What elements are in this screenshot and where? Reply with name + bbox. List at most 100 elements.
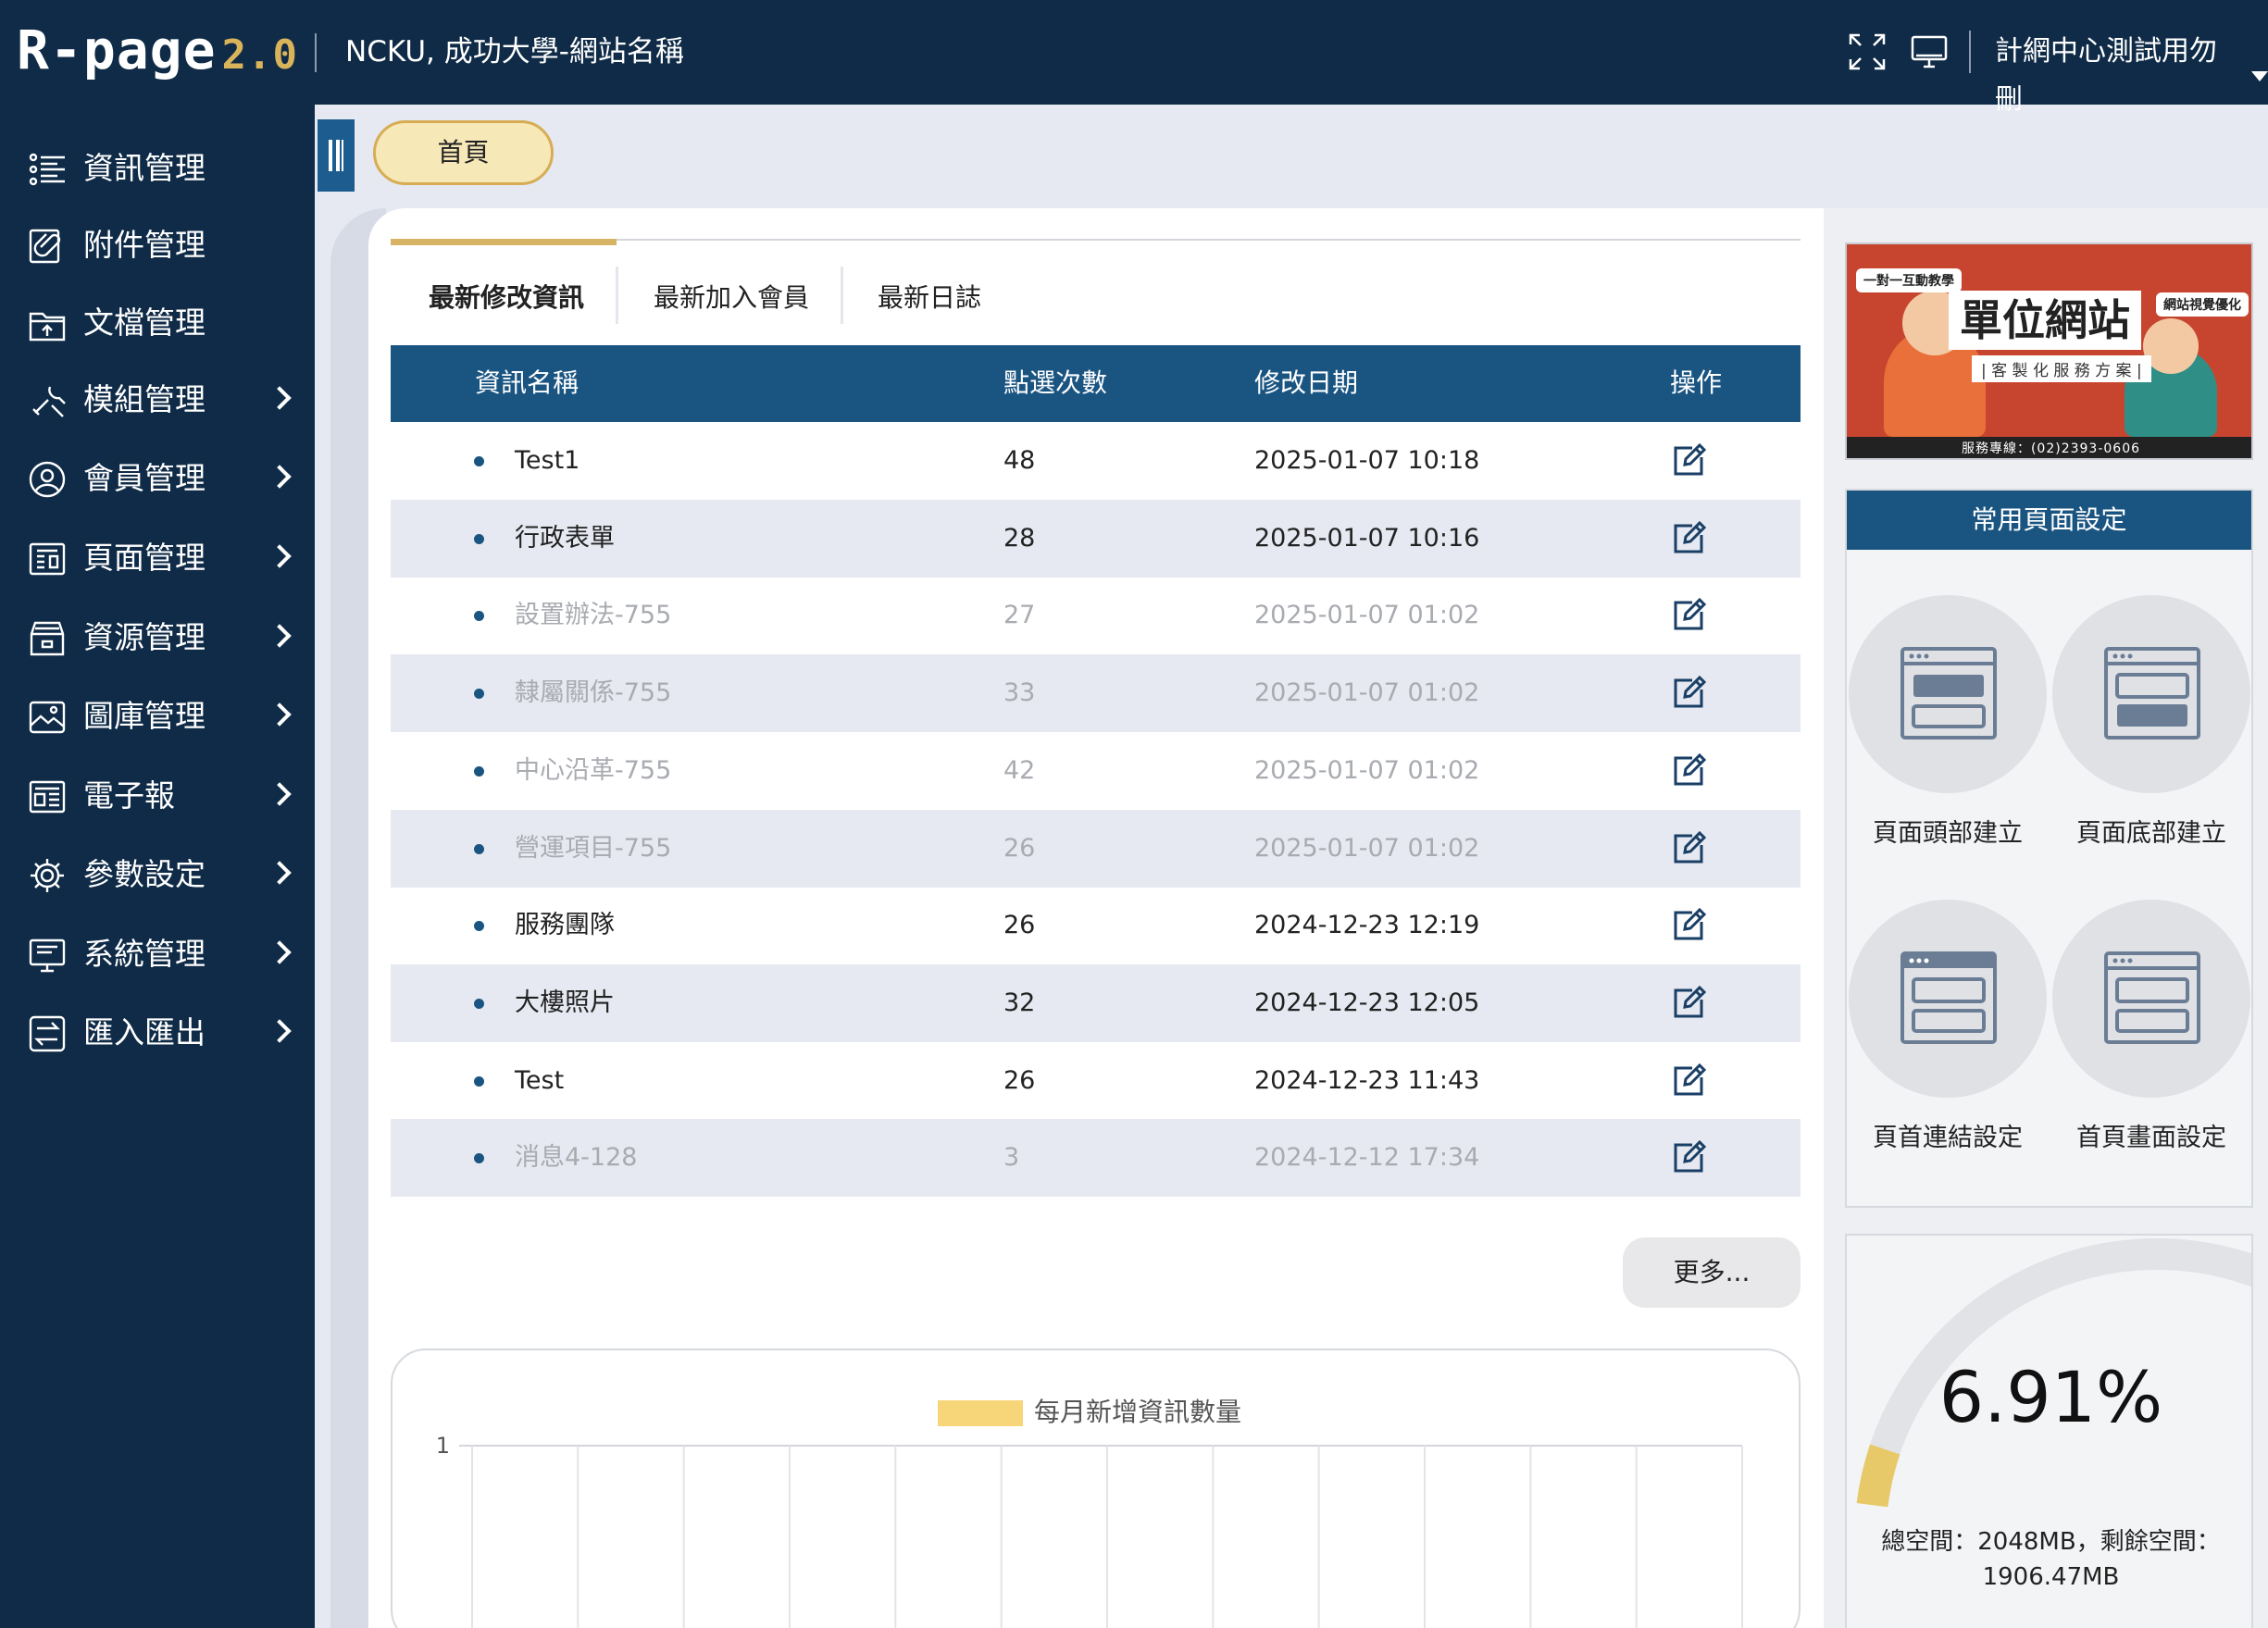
row-clicks: 26 — [1003, 833, 1036, 863]
column-header-name[interactable]: 資訊名稱 — [475, 364, 579, 403]
row-date: 2025-01-07 01:02 — [1254, 601, 1480, 630]
row-date: 2025-01-07 01:02 — [1254, 755, 1480, 785]
table-row[interactable]: Test1 48 2025-01-07 10:18 — [391, 422, 1801, 500]
row-clicks: 27 — [1003, 601, 1036, 630]
bullet-icon — [474, 921, 484, 932]
row-date: 2025-01-07 01:02 — [1254, 678, 1480, 708]
legend-swatch[interactable] — [938, 1400, 1023, 1426]
sidebar-item-3[interactable]: 文檔管理 — [0, 290, 315, 354]
tab-latest-updates[interactable]: 最新修改資訊 — [429, 278, 584, 318]
bullet-icon — [474, 998, 484, 1009]
breadcrumb-home[interactable]: 首頁 — [373, 120, 554, 185]
row-name[interactable]: 隸屬關係-755 — [515, 674, 671, 713]
quick-settings-panel: 常用頁面設定 頁面頭部建立 頁面底部建立 頁首連結設定 首頁畫面設定 — [1845, 489, 2253, 1208]
row-clicks: 33 — [1003, 678, 1036, 708]
table-row[interactable]: 服務團隊 26 2024-12-23 12:19 — [391, 887, 1801, 964]
storage-panel: 6.91% 總空間：2048MB，剩餘空間： 1906.47MB — [1845, 1234, 2253, 1628]
sidebar-item-2[interactable]: 附件管理 — [0, 212, 315, 277]
promo-banner[interactable]: 一對一互動教學 單位網站 網站視覺優化 | 客 製 化 服 務 方 案 | 服務… — [1845, 242, 2253, 460]
edit-icon[interactable] — [1670, 985, 1707, 1022]
edit-icon[interactable] — [1670, 520, 1707, 557]
edit-icon[interactable] — [1670, 1139, 1707, 1176]
edit-icon[interactable] — [1670, 907, 1707, 944]
row-name[interactable]: 行政表單 — [515, 519, 615, 558]
quick-item-label: 頁面頭部建立 — [1873, 819, 2023, 848]
edit-icon[interactable] — [1670, 1063, 1707, 1100]
chart-y-tick-label: 1 — [436, 1433, 450, 1459]
image-gallery-icon — [29, 701, 66, 734]
bullet-icon — [474, 456, 484, 466]
table-row[interactable]: 消息4-128 3 2024-12-12 17:34 — [391, 1119, 1801, 1198]
app-logo[interactable]: R-page 2.0 — [17, 17, 298, 89]
sidebar-item-8[interactable]: 圖庫管理 — [0, 683, 315, 748]
chevron-right-icon — [268, 940, 292, 964]
column-header-clicks[interactable]: 點選次數 — [1003, 364, 1107, 403]
edit-icon[interactable] — [1670, 752, 1707, 789]
sidebar-item-12[interactable]: 匯入匯出 — [0, 1000, 315, 1064]
fullscreen-icon[interactable] — [1847, 31, 1888, 72]
row-name[interactable]: 設置辦法-755 — [515, 596, 671, 635]
row-name[interactable]: 消息4-128 — [515, 1138, 637, 1177]
row-date: 2024-12-23 11:43 — [1254, 1065, 1480, 1095]
sidebar-item-label: 會員管理 — [83, 460, 206, 496]
table-row[interactable]: 行政表單 28 2025-01-07 10:16 — [391, 499, 1801, 578]
sidebar-item-10[interactable]: 參數設定 — [0, 841, 315, 906]
banner-tag-left: 一對一互動教學 — [1856, 268, 1962, 292]
sidebar-item-9[interactable]: 電子報 — [0, 763, 315, 827]
banner-subtitle: | 客 製 化 服 務 方 案 | — [1972, 355, 2151, 382]
row-date: 2025-01-07 10:18 — [1254, 446, 1480, 475]
sidebar-item-11[interactable]: 系統管理 — [0, 921, 315, 986]
quick-item-label: 頁首連結設定 — [1873, 1124, 2023, 1152]
sidebar-item-4[interactable]: 模組管理 — [0, 367, 315, 431]
monitor-preview-icon[interactable] — [1909, 31, 1950, 72]
sidebar-item-7[interactable]: 資源管理 — [0, 604, 315, 669]
edit-icon[interactable] — [1670, 442, 1707, 479]
sidebar-item-label: 附件管理 — [83, 227, 206, 263]
row-clicks: 32 — [1003, 988, 1036, 1017]
edit-icon[interactable] — [1670, 597, 1707, 634]
column-header-date[interactable]: 修改日期 — [1254, 364, 1358, 403]
edit-icon[interactable] — [1670, 830, 1707, 867]
homepage-layout-icon — [2104, 951, 2200, 1044]
tab-new-members[interactable]: 最新加入會員 — [654, 278, 809, 318]
chevron-right-icon — [268, 465, 292, 489]
table-row[interactable]: 設置辦法-755 27 2025-01-07 01:02 — [391, 577, 1801, 654]
row-name[interactable]: Test — [515, 1062, 564, 1100]
banner-title: 單位網站 — [1949, 291, 2141, 350]
row-date: 2025-01-07 01:02 — [1254, 833, 1480, 863]
sidebar-toggle-button[interactable] — [318, 119, 355, 192]
table-row[interactable]: Test 26 2024-12-23 11:43 — [391, 1042, 1801, 1120]
row-clicks: 26 — [1003, 911, 1036, 940]
bullet-icon — [474, 689, 484, 700]
table-row[interactable]: 隸屬關係-755 33 2025-01-07 01:02 — [391, 654, 1801, 733]
chevron-right-icon — [268, 782, 292, 806]
row-name[interactable]: 營運項目-755 — [515, 829, 671, 868]
row-name[interactable]: 大樓照片 — [515, 984, 615, 1023]
folder-upload-icon — [29, 312, 66, 342]
user-menu[interactable]: 計網中心測試用勿刪 — [1995, 28, 2268, 124]
row-date: 2024-12-23 12:05 — [1254, 988, 1480, 1017]
column-header-action: 操作 — [1670, 367, 1723, 398]
table-header: 資訊名稱 點選次數 修改日期 操作 — [391, 345, 1801, 422]
quick-item-label: 頁面底部建立 — [2076, 819, 2226, 848]
row-clicks: 26 — [1003, 1065, 1036, 1095]
header-link-icon — [1900, 951, 1997, 1044]
edit-icon[interactable] — [1670, 675, 1707, 712]
row-name[interactable]: 中心沿革-755 — [515, 752, 671, 790]
tab-latest-logs[interactable]: 最新日誌 — [878, 278, 981, 318]
table-row[interactable]: 大樓照片 32 2024-12-23 12:05 — [391, 963, 1801, 1042]
row-name[interactable]: Test1 — [515, 441, 579, 480]
row-name[interactable]: 服務團隊 — [515, 906, 615, 945]
tab-divider — [616, 267, 618, 324]
sidebar-item-label: 資源管理 — [83, 619, 206, 655]
sidebar-item-5[interactable]: 會員管理 — [0, 445, 315, 510]
sidebar-item-6[interactable]: 頁面管理 — [0, 525, 315, 590]
top-divider — [315, 33, 317, 72]
more-button[interactable]: 更多... — [1623, 1237, 1801, 1308]
sidebar-item-label: 資訊管理 — [83, 150, 206, 186]
chevron-right-icon — [268, 1019, 292, 1043]
table-row[interactable]: 營運項目-755 26 2025-01-07 01:02 — [391, 809, 1801, 888]
sidebar-item-1[interactable]: 資訊管理 — [0, 135, 315, 200]
table-row[interactable]: 中心沿革-755 42 2025-01-07 01:02 — [391, 732, 1801, 810]
row-date: 2024-12-12 17:34 — [1254, 1143, 1480, 1173]
